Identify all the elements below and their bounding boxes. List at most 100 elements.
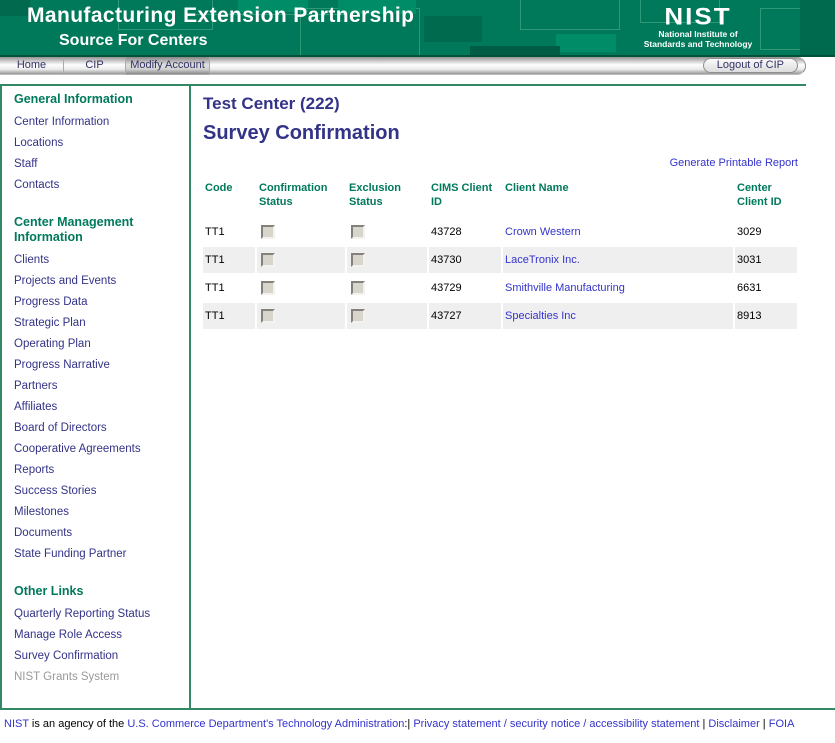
masthead: Manufacturing Extension Partnership Sour… [0, 0, 835, 57]
header-pattern-block [470, 46, 560, 57]
footer-link-u-s-commerce-department-s-technology-administration[interactable]: U.S. Commerce Department's Technology Ad… [127, 718, 404, 730]
exclusion-checkbox[interactable] [351, 309, 365, 323]
exclusion-status-cell [347, 247, 427, 273]
header-pattern-block [520, 0, 620, 30]
nist-org-line2: Standards and Technology [612, 39, 784, 49]
main-content: Test Center (222) Survey Confirmation Ge… [191, 86, 835, 708]
confirmation-checkbox[interactable] [261, 281, 275, 295]
app-subtitle: Source For Centers [59, 32, 207, 50]
confirmation-checkbox[interactable] [261, 253, 275, 267]
column-header-center-client-id: Center Client ID [735, 181, 797, 217]
footer-link-foia[interactable]: FOIA [769, 718, 795, 730]
header-pattern-block [556, 34, 616, 52]
logout-button[interactable]: Logout of CIP [703, 58, 798, 73]
sidebar-item-locations[interactable]: Locations [14, 137, 189, 149]
tab-modify-account[interactable]: Modify Account [126, 57, 210, 75]
sidebar-item-nist-grants-system: NIST Grants System [14, 671, 189, 683]
exclusion-status-cell [347, 219, 427, 245]
center-client-id-cell: 3029 [735, 219, 797, 245]
sidebar-item-affiliates[interactable]: Affiliates [14, 401, 189, 413]
client-name-cell: Specialties Inc [503, 303, 733, 329]
sidebar-item-center-information[interactable]: Center Information [14, 116, 189, 128]
footer-link-privacy-statement-security-notice-accessibility-statement[interactable]: Privacy statement / security notice / ac… [413, 718, 699, 730]
center-title: Test Center (222) [203, 94, 835, 114]
confirmation-checkbox[interactable] [261, 309, 275, 323]
client-name-link[interactable]: LaceTronix Inc. [505, 254, 580, 266]
footer-text: :| [404, 718, 413, 730]
cims-client-id-cell: 43730 [429, 247, 501, 273]
exclusion-status-cell [347, 303, 427, 329]
sidebar-item-state-funding-partner[interactable]: State Funding Partner [14, 548, 189, 560]
sidebar-item-contacts[interactable]: Contacts [14, 179, 189, 191]
sidebar-item-documents[interactable]: Documents [14, 527, 189, 539]
header-pattern-block [0, 0, 30, 16]
footer: NIST is an agency of the U.S. Commerce D… [0, 710, 835, 730]
sidebar-item-quarterly-reporting-status[interactable]: Quarterly Reporting Status [14, 608, 189, 620]
cims-client-id-cell: 43729 [429, 275, 501, 301]
center-client-id-cell: 6631 [735, 275, 797, 301]
client-name-cell: Smithville Manufacturing [503, 275, 733, 301]
confirmation-status-cell [257, 219, 345, 245]
footer-text: | [760, 718, 769, 730]
sidebar-item-progress-data[interactable]: Progress Data [14, 296, 189, 308]
table-row: TT143729Smithville Manufacturing6631 [203, 275, 797, 301]
sidebar-item-strategic-plan[interactable]: Strategic Plan [14, 317, 189, 329]
table-row: TT1 43730 LaceTronix Inc. 3031 [203, 247, 797, 273]
table-header: CodeConfirmation StatusExclusion StatusC… [203, 181, 797, 217]
exclusion-checkbox[interactable] [351, 281, 365, 295]
report-row: Generate Printable Report [203, 157, 835, 169]
survey-table: CodeConfirmation StatusExclusion StatusC… [201, 179, 799, 331]
sidebar-item-board-of-directors[interactable]: Board of Directors [14, 422, 189, 434]
column-header-code: Code [203, 181, 255, 217]
code-cell: TT1 [203, 219, 255, 245]
content-area: General Information Center Information Loc… [0, 86, 835, 708]
exclusion-checkbox[interactable] [351, 225, 365, 239]
sidebar-item-survey-confirmation[interactable]: Survey Confirmation [14, 650, 189, 662]
sidebar-item-milestones[interactable]: Milestones [14, 506, 189, 518]
generate-printable-report-link[interactable]: Generate Printable Report [670, 157, 798, 169]
confirmation-checkbox[interactable] [261, 225, 275, 239]
client-name-link[interactable]: Specialties Inc [505, 310, 576, 322]
sidebar-item-cooperative-agreements[interactable]: Cooperative Agreements [14, 443, 189, 455]
code-cell: TT1 [203, 247, 255, 273]
sidebar-heading-center-management-information: Center Management Information [14, 215, 166, 245]
tab-cip[interactable]: CIP [64, 57, 126, 75]
client-name-link[interactable]: Smithville Manufacturing [505, 282, 625, 294]
header-pattern-block [800, 0, 835, 57]
footer-link-disclaimer[interactable]: Disclaimer [708, 718, 759, 730]
page: Manufacturing Extension Partnership Sour… [0, 0, 835, 730]
sidebar-heading-general-information: General Information [14, 92, 166, 107]
sidebar-item-operating-plan[interactable]: Operating Plan [14, 338, 189, 350]
column-header-cims-client-id: CIMS Client ID [429, 181, 501, 217]
cims-client-id-cell: 43727 [429, 303, 501, 329]
exclusion-checkbox[interactable] [351, 253, 365, 267]
sidebar-item-clients[interactable]: Clients [14, 254, 189, 266]
client-name-cell: Crown Western [503, 219, 733, 245]
table-row: TT1 43727 Specialties Inc 8913 [203, 303, 797, 329]
column-header-exclusion-status: Exclusion Status [347, 181, 427, 217]
client-name-link[interactable]: Crown Western [505, 226, 581, 238]
confirmation-status-cell [257, 275, 345, 301]
tab-home[interactable]: Home [0, 57, 64, 75]
table-row: TT143728Crown Western3029 [203, 219, 797, 245]
nist-wordmark: NIST [612, 4, 784, 28]
sidebar-item-success-stories[interactable]: Success Stories [14, 485, 189, 497]
center-client-id-cell: 3031 [735, 247, 797, 273]
footer-link-nist[interactable]: NIST [4, 718, 29, 730]
navbar: Home CIP Modify Account Logout of CIP [0, 57, 806, 75]
app-title: Manufacturing Extension Partnership [27, 4, 414, 28]
sidebar-item-reports[interactable]: Reports [14, 464, 189, 476]
page-title: Survey Confirmation [203, 122, 835, 145]
center-client-id-cell: 8913 [735, 303, 797, 329]
sidebar-item-staff[interactable]: Staff [14, 158, 189, 170]
sidebar-item-projects-and-events[interactable]: Projects and Events [14, 275, 189, 287]
sidebar-item-manage-role-access[interactable]: Manage Role Access [14, 629, 189, 641]
footer-text: is an agency of the [29, 718, 127, 730]
sidebar: General Information Center Information Loc… [0, 86, 191, 708]
sidebar-item-partners[interactable]: Partners [14, 380, 189, 392]
table-header-row: CodeConfirmation StatusExclusion StatusC… [203, 181, 797, 217]
table-body: TT143728Crown Western3029TT143730LaceTro… [203, 219, 797, 329]
sidebar-item-progress-narrative[interactable]: Progress Narrative [14, 359, 189, 371]
code-cell: TT1 [203, 303, 255, 329]
header-pattern-block [424, 16, 482, 42]
